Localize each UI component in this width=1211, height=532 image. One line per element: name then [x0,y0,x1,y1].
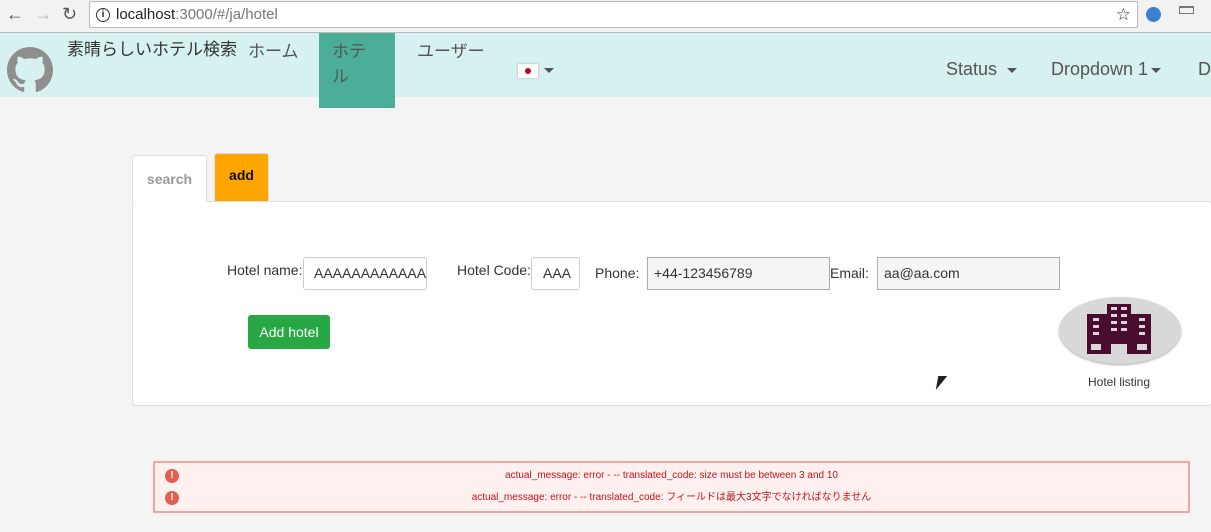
tab-add[interactable]: add [214,153,269,201]
hotel-listing-label[interactable]: Hotel listing [1088,375,1150,389]
dropdown-1-label: Dropdown 1 [1051,59,1149,79]
chevron-down-icon [1151,67,1162,73]
email-label: Email: [830,265,869,281]
error-text: actual_message: error - -- translated_co… [505,470,838,481]
add-hotel-button[interactable]: Add hotel [248,315,330,349]
add-hotel-panel [132,201,1211,406]
dropdown-truncated[interactable]: D [1198,59,1211,80]
nav-hotel[interactable]: ホテル [319,33,395,108]
forward-icon[interactable]: → [34,4,52,25]
error-message: ! actual_message: error - -- translated_c… [155,465,1188,487]
url-path: :3000/#/ja/hotel [175,6,278,23]
chevron-down-icon [544,68,554,74]
status-label: Status [946,59,998,79]
nav-users[interactable]: ユーザー [404,33,498,66]
japan-flag-icon [518,63,538,78]
error-icon: ! [165,469,179,483]
nav-home[interactable]: ホーム [235,33,312,66]
tab-search[interactable]: search [132,155,207,202]
email-input[interactable]: aa@aa.com [877,257,1060,290]
dropdown-1[interactable]: Dropdown 1 [1051,59,1162,80]
address-bar[interactable]: i localhost:3000/#/ja/hotel ☆ [89,1,1138,28]
chevron-down-icon [1007,67,1018,73]
url-host: localhost [116,6,176,23]
phone-input[interactable]: +44-123456789 [647,257,830,290]
bookmark-star-icon[interactable]: ☆ [1116,2,1131,27]
error-text: actual_message: error - -- translated_co… [471,492,872,503]
navbar: 素晴らしいホテル検索 ホーム ホテル ユーザー Status Dropdown … [0,33,1211,108]
extension-globe-icon[interactable] [1146,7,1161,22]
reload-icon[interactable]: ↻ [62,4,77,25]
browser-toolbar: ← → ↻ i localhost:3000/#/ja/hotel ☆ [0,0,1211,33]
language-dropdown[interactable] [518,62,554,80]
extension-errors-icon[interactable] [1179,6,1194,14]
hotel-name-input[interactable]: AAAAAAAAAAAA [303,257,427,290]
hotel-listing-link[interactable] [1059,297,1181,364]
hotel-code-input[interactable]: AAA [531,257,580,290]
error-icon: ! [165,491,179,505]
back-icon[interactable]: ← [6,4,24,25]
hotel-building-icon [1087,304,1151,354]
error-alerts: ! actual_message: error - -- translated_c… [153,461,1190,513]
info-icon[interactable]: i [96,8,110,22]
github-logo-icon[interactable] [7,47,53,93]
brand-title[interactable]: 素晴らしいホテル検索 [67,35,237,60]
status-dropdown[interactable]: Status [946,59,1018,80]
hotel-name-label: Hotel name: [227,262,303,278]
hotel-code-label: Hotel Code: [457,262,531,278]
phone-label: Phone: [595,265,640,281]
error-message: ! actual_message: error - -- translated_c… [155,487,1188,509]
